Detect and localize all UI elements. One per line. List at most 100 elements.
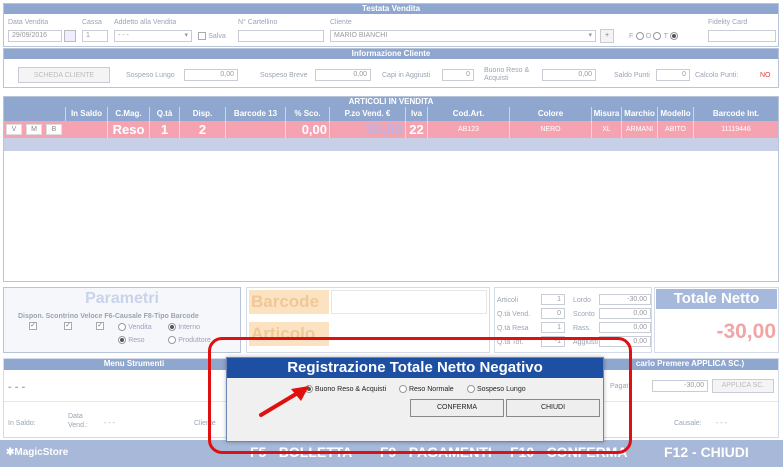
cell-sconto: 0,00 [286, 121, 330, 138]
info-cliente-panel: Informazione Cliente SCHEDA CLIENTE Sosp… [3, 48, 779, 88]
testata-title: Testata Vendita [4, 4, 778, 14]
causale-value: - - - [716, 420, 727, 427]
arrow-icon [259, 386, 309, 417]
produttore-radio[interactable] [168, 335, 176, 344]
barcode-input[interactable] [331, 290, 487, 314]
testata-panel: Testata Vendita Data Vendita 29/09/2016 … [3, 3, 779, 47]
row-m-button[interactable]: M [26, 124, 42, 135]
totale-netto-value: -30,00 [716, 320, 776, 343]
addetto-select[interactable]: - - - ▾ [114, 30, 192, 42]
header-modello: Modello [658, 107, 694, 121]
cell-barcode13 [226, 121, 286, 138]
magicstore-logo: ✱MagicStore [6, 447, 68, 458]
header-barcode13: Barcode 13 [226, 107, 286, 121]
header-sconto: % Sco. [286, 107, 330, 121]
radio-t[interactable] [670, 31, 679, 40]
reso-label: Reso [128, 337, 145, 344]
totale-netto-label: Totale Netto [656, 289, 777, 309]
cassa-label: Cassa [82, 19, 102, 26]
header-in-saldo: In Saldo [66, 107, 108, 121]
reso-radio-wrap[interactable]: Reso [118, 335, 145, 344]
header-misura: Misura [592, 107, 622, 121]
row-b-button[interactable]: B [46, 124, 62, 135]
parametri-sub: Dispon. Scontrino Veloce F6-Causale F8-T… [18, 313, 199, 320]
data-vendita-field[interactable]: 29/09/2016 [8, 30, 62, 42]
sospeso-lungo-field: 0,00 [184, 69, 238, 81]
cliente-select[interactable]: MARIO BIANCHI ▾ [330, 30, 596, 42]
buono-reso-field: 0,00 [542, 69, 596, 81]
causale-label: Causale: [674, 420, 702, 427]
sospeso-lungo-label: Sospeso Lungo [126, 72, 175, 79]
sospeso-breve-field: 0,00 [315, 69, 371, 81]
radio-f-label: F [629, 33, 634, 40]
calendar-icon[interactable] [64, 30, 76, 42]
add-cliente-button[interactable]: + [600, 29, 614, 43]
header-iva: Iva [406, 107, 428, 121]
fidelity-field[interactable] [708, 30, 776, 42]
data-vend-value: - - - [104, 420, 115, 427]
articoli-value: 1 [541, 294, 565, 305]
articoli-label: Articoli [497, 297, 519, 304]
parametri-title: Parametri [85, 290, 159, 307]
header-prezzo: P.zo Vend. € [330, 107, 406, 121]
row-v-button[interactable]: V [6, 124, 22, 135]
interno-radio-wrap[interactable]: Interno [168, 322, 200, 331]
cartellino-label: N° Cartellino [238, 19, 278, 26]
addetto-label: Addetto alla Vendita [114, 19, 177, 26]
applica-sconto-button[interactable]: APPLICA SC. [712, 379, 774, 393]
header-cmag: C.Mag. [108, 107, 150, 121]
f12-chiudi-button[interactable]: F12 - CHIUDI [664, 444, 749, 460]
header-codart: Cod.Art. [428, 107, 510, 121]
scheda-cliente-button[interactable]: SCHEDA CLIENTE [18, 67, 110, 83]
data-vend-label: Data Vend.: [68, 413, 88, 429]
cartellino-field[interactable] [238, 30, 324, 42]
saldo-punti-label: Saldo Punti [614, 72, 650, 79]
header-barcode-int: Barcode Int. [712, 109, 760, 118]
tipo-radio-group: F O T [629, 31, 679, 40]
salva-checkbox-wrap[interactable]: Salva [198, 31, 226, 40]
radio-o[interactable] [653, 31, 662, 40]
cell-colore: NERO [510, 121, 592, 138]
saldo-punti-field: 0 [656, 69, 690, 81]
interno-radio[interactable] [168, 322, 176, 331]
reso-radio[interactable] [118, 335, 126, 344]
cell-qta: 1 [150, 121, 180, 138]
articoli-panel: ARTICOLI IN VENDITA In Saldo C.Mag. Q.tà… [3, 96, 779, 282]
sconto-label: Sconto [573, 311, 595, 318]
chevron-down-icon: ▾ [588, 32, 592, 39]
cell-codart: AB123 [428, 121, 510, 138]
barcode-label: Barcode [249, 290, 329, 314]
vendita-label: Vendita [128, 324, 152, 331]
sconto-value: 0,00 [599, 308, 651, 319]
articoli-title: ARTICOLI IN VENDITA [4, 97, 778, 107]
pagato-value: -30,00 [652, 380, 708, 392]
calcolo-punti-label: Calcolo Punti: [695, 72, 739, 79]
chevron-down-icon: ▾ [184, 32, 188, 39]
cell-disp: 2 [180, 121, 226, 138]
info-cliente-title: Informazione Cliente [4, 49, 778, 59]
salva-checkbox[interactable] [198, 31, 206, 40]
param-check-3[interactable]: ✓ [96, 322, 104, 330]
qta-resa-value: 1 [541, 322, 565, 333]
radio-f[interactable] [635, 31, 644, 40]
table-row[interactable]: V M B Reso 1 2 0,00 30,00 22 AB123 NERO … [4, 121, 778, 138]
premere-text: carlo Premere APPLICA SC.) [635, 359, 745, 368]
lordo-value: -30,00 [599, 294, 651, 305]
lordo-label: Lordo [573, 297, 591, 304]
radio-o-label: O [645, 33, 652, 40]
capi-aggiusti-field: 0 [442, 69, 474, 81]
param-check-2[interactable]: ✓ [64, 322, 72, 330]
buono-reso-label: Buono Reso & Acquisti [484, 67, 530, 82]
qta-vend-label: Q.tà Vend. [497, 311, 531, 318]
cassa-field[interactable]: 1 [82, 30, 108, 42]
vendita-radio[interactable] [118, 322, 126, 331]
param-check-1[interactable]: ✓ [29, 322, 37, 330]
produttore-radio-wrap[interactable]: Produttore [168, 335, 211, 344]
vendita-radio-wrap[interactable]: Vendita [118, 322, 152, 331]
capi-aggiusti-label: Capi in Aggiusti [382, 72, 431, 79]
table-row-empty [4, 138, 778, 151]
qta-resa-label: Q.tà Resa [497, 325, 529, 332]
header-disp: Disp. [180, 107, 226, 121]
parametri-panel: Parametri Dispon. Scontrino Veloce F6-Ca… [3, 287, 241, 353]
header-marchio: Marchio [622, 107, 658, 121]
